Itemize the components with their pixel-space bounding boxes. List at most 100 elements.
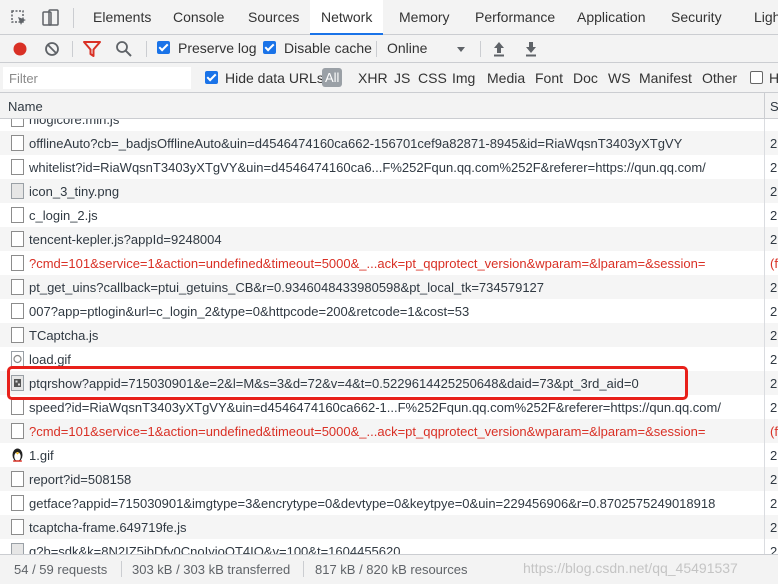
tab-performance[interactable]: Performance [475, 0, 555, 35]
request-status: 2 [770, 304, 778, 319]
request-status: 2 [770, 376, 778, 391]
import-har-icon[interactable] [489, 39, 509, 59]
request-status: 2 [770, 520, 778, 535]
table-row[interactable]: q?b=sdk&k=8N2IZ5ibDfy0CnoIyioQT4IO&v=100… [0, 539, 778, 554]
document-icon [11, 471, 24, 487]
document-icon [11, 135, 24, 151]
request-name: ?cmd=101&service=1&action=undefined&time… [29, 256, 706, 271]
tab-network[interactable]: Network [310, 0, 384, 36]
document-icon [11, 279, 24, 295]
table-row[interactable]: ?cmd=101&service=1&action=undefined&time… [0, 251, 778, 275]
request-name: c_login_2.js [29, 208, 98, 223]
filter-input[interactable] [3, 67, 191, 89]
request-name: hlogicore.min.js [29, 119, 120, 127]
table-row[interactable]: 1.gif 2 [0, 443, 778, 467]
table-row[interactable]: ?cmd=101&service=1&action=undefined&time… [0, 419, 778, 443]
request-name: ?cmd=101&service=1&action=undefined&time… [29, 424, 706, 439]
filter-bar: Hide data URLs All XHR JS CSS Img Media … [0, 63, 778, 93]
request-status: 2 [770, 280, 778, 295]
throttle-select[interactable]: Online [387, 40, 427, 56]
table-row[interactable]: 007?app=ptlogin&url=c_login_2&type=0&htt… [0, 299, 778, 323]
request-name: TCaptcha.js [29, 328, 99, 343]
request-name: tencent-kepler.js?appId=9248004 [29, 232, 222, 247]
gif-file-icon [11, 351, 24, 367]
request-status: (f [770, 256, 778, 271]
document-icon [11, 207, 24, 223]
record-icon[interactable] [10, 39, 30, 59]
tab-console[interactable]: Console [173, 0, 224, 35]
penguin-image-icon [11, 447, 24, 463]
image-file-icon [11, 543, 24, 554]
table-row[interactable]: tcaptcha-frame.649719fe.js 2 [0, 515, 778, 539]
filter-type-doc[interactable]: Doc [573, 70, 598, 86]
highlight-annotation [7, 366, 688, 400]
transferred-size: 303 kB / 303 kB transferred [132, 562, 291, 577]
disable-cache-checkbox[interactable] [263, 41, 276, 54]
filter-icon[interactable] [82, 39, 102, 59]
request-name: pt_get_uins?callback=ptui_getuins_CB&r=0… [29, 280, 545, 295]
request-name: report?id=508158 [29, 472, 132, 487]
column-name-header[interactable]: Name [8, 99, 43, 114]
hide-data-urls-label: Hide data URLs [225, 70, 324, 86]
tab-security[interactable]: Security [671, 0, 722, 35]
request-status: 2 [770, 400, 778, 415]
table-row[interactable]: getface?appid=715030901&imgtype=3&encryt… [0, 491, 778, 515]
network-toolbar: Preserve log Disable cache Online [0, 35, 778, 63]
tab-memory[interactable]: Memory [399, 0, 450, 35]
filter-type-media[interactable]: Media [487, 70, 525, 86]
resources-size: 817 kB / 820 kB resources [315, 562, 468, 577]
search-icon[interactable] [114, 39, 134, 59]
table-row[interactable]: whitelist?id=RiaWqsnT3403yXTgVY&uin=d454… [0, 155, 778, 179]
hide-data-urls-checkbox[interactable] [205, 71, 218, 84]
document-icon [11, 399, 24, 415]
table-row[interactable]: pt_get_uins?callback=ptui_getuins_CB&r=0… [0, 275, 778, 299]
image-file-icon [11, 183, 24, 199]
request-name: speed?id=RiaWqsnT3403yXTgVY&uin=d4546474… [29, 400, 721, 415]
filter-type-all[interactable]: All [322, 68, 343, 87]
tab-sources[interactable]: Sources [248, 0, 299, 35]
request-name: tcaptcha-frame.649719fe.js [29, 520, 187, 535]
table-row[interactable]: tencent-kepler.js?appId=9248004 2 [0, 227, 778, 251]
request-name: offlineAuto?cb=_badjsOfflineAuto&uin=d45… [29, 136, 683, 151]
filter-type-js[interactable]: JS [394, 70, 410, 86]
chevron-down-icon[interactable] [451, 39, 471, 59]
filter-type-font[interactable]: Font [535, 70, 563, 86]
preserve-log-checkbox[interactable] [157, 41, 170, 54]
tab-lighthouse[interactable]: Ligh [754, 0, 778, 35]
table-row[interactable]: report?id=508158 2 [0, 467, 778, 491]
table-header: Name S [0, 93, 778, 119]
device-toolbar-icon[interactable] [41, 8, 61, 28]
request-status: 2 [770, 136, 778, 151]
request-status: 2 [770, 544, 778, 554]
document-icon [11, 303, 24, 319]
requests-count: 54 / 59 requests [14, 562, 108, 577]
request-status: 2 [770, 232, 778, 247]
filter-type-img[interactable]: Img [452, 70, 475, 86]
tab-elements[interactable]: Elements [93, 0, 151, 35]
clear-icon[interactable] [42, 39, 62, 59]
inspect-element-icon[interactable] [9, 8, 29, 28]
filter-type-manifest[interactable]: Manifest [639, 70, 692, 86]
table-row[interactable]: TCaptcha.js 2 [0, 323, 778, 347]
has-blocked-cookies-checkbox[interactable] [750, 71, 763, 84]
table-row[interactable]: offlineAuto?cb=_badjsOfflineAuto&uin=d45… [0, 131, 778, 155]
column-status-header[interactable]: S [770, 99, 778, 114]
devtools-tabbar: Elements Console Sources Network Memory … [0, 0, 778, 36]
watermark: https://blog.csdn.net/qq_45491537 [523, 560, 738, 576]
request-status: 2 [770, 328, 778, 343]
request-status: 2 [770, 352, 778, 367]
filter-type-ws[interactable]: WS [608, 70, 631, 86]
document-icon [11, 495, 24, 511]
filter-type-other[interactable]: Other [702, 70, 737, 86]
filter-type-xhr[interactable]: XHR [358, 70, 388, 86]
filter-type-css[interactable]: CSS [418, 70, 447, 86]
export-har-icon[interactable] [521, 39, 541, 59]
request-name: whitelist?id=RiaWqsnT3403yXTgVY&uin=d454… [29, 160, 706, 175]
document-icon [11, 423, 24, 439]
tab-application[interactable]: Application [577, 0, 646, 35]
table-row[interactable]: icon_3_tiny.png 2 [0, 179, 778, 203]
request-name: 1.gif [29, 448, 54, 463]
table-row[interactable]: c_login_2.js 2 [0, 203, 778, 227]
disable-cache-label: Disable cache [284, 40, 372, 56]
table-row[interactable]: hlogicore.min.js [0, 119, 778, 131]
